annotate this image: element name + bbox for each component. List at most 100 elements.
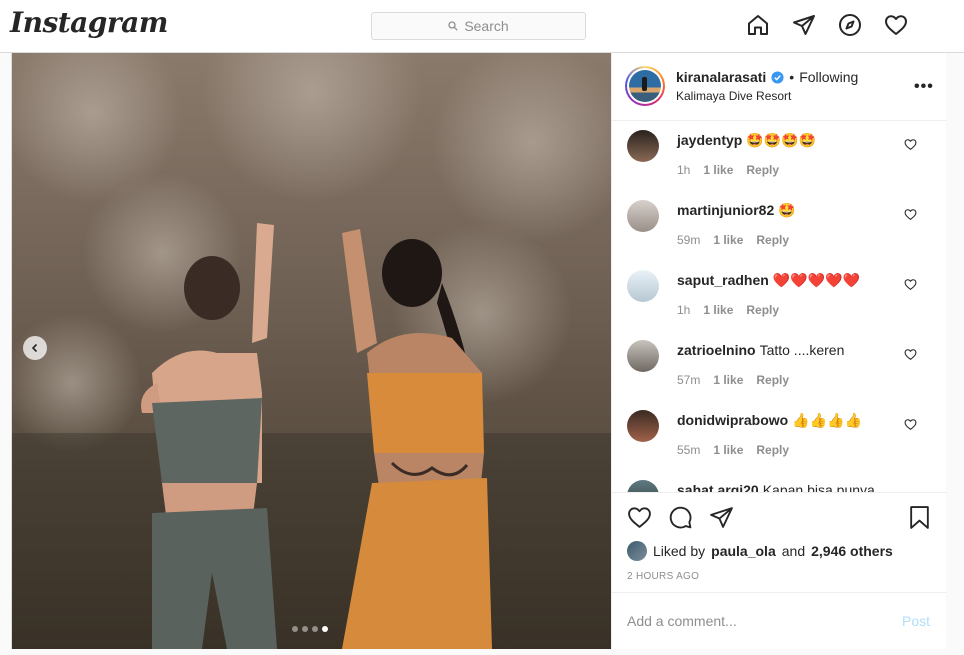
comment-time[interactable]: 57m (677, 373, 700, 387)
post-location[interactable]: Kalimaya Dive Resort (676, 89, 791, 103)
share-direct-icon[interactable] (709, 505, 734, 530)
commenter-username[interactable]: jaydentyp (677, 132, 742, 148)
reply-button[interactable]: Reply (746, 163, 779, 177)
comment-text: 🤩 (778, 202, 796, 218)
comment-item: martinjunior82 🤩 59m 1 like Reply (612, 192, 947, 262)
action-icons (627, 505, 734, 530)
comment-like-heart-icon[interactable] (904, 278, 917, 291)
commenter-username[interactable]: zatrioelnino (677, 342, 756, 358)
comment-item: jaydentyp 🤩🤩🤩🤩 1h 1 like Reply (612, 122, 947, 192)
home-icon[interactable] (746, 13, 770, 37)
like-heart-icon[interactable] (627, 505, 652, 530)
comment-text-line: martinjunior82 🤩 (677, 202, 796, 219)
reply-button[interactable]: Reply (746, 303, 779, 317)
comment-meta: 1h 1 like Reply (677, 303, 779, 317)
comment-text: 👍👍👍👍 (792, 412, 862, 428)
comment-likes[interactable]: 1 like (713, 233, 743, 247)
following-button[interactable]: Following (799, 69, 858, 85)
comment-time[interactable]: 1h (677, 303, 690, 317)
comment-text-line: zatrioelnino Tatto ....keren (677, 342, 844, 358)
commenter-avatar[interactable] (627, 200, 659, 232)
commenter-avatar[interactable] (627, 340, 659, 372)
comment-meta: 55m 1 like Reply (677, 443, 789, 457)
post-timestamp[interactable]: 2 HOURS AGO (627, 571, 699, 582)
comment-item: sahat.argi20 Kapan bisa punya (612, 472, 947, 492)
comment-item: saput_radhen ❤️❤️❤️❤️❤️ 1h 1 like Reply (612, 262, 947, 332)
comment-item: zatrioelnino Tatto ....keren 57m 1 like Rep… (612, 332, 947, 402)
commenter-avatar[interactable] (627, 130, 659, 162)
post-photo[interactable] (12, 53, 611, 649)
reply-button[interactable]: Reply (756, 443, 789, 457)
comment-text: Kapan bisa punya (762, 482, 875, 492)
author-line: kiranalarasati • Following (676, 69, 858, 85)
top-nav: Instagram Search (0, 0, 964, 53)
carousel-dot (302, 626, 308, 632)
comment-likes[interactable]: 1 like (703, 163, 733, 177)
carousel-prev-button[interactable] (23, 336, 47, 360)
comment-likes[interactable]: 1 like (713, 373, 743, 387)
comment-meta: 59m 1 like Reply (677, 233, 789, 247)
comments-list[interactable]: jaydentyp 🤩🤩🤩🤩 1h 1 like Reply martinjunior… (612, 122, 947, 492)
comment-like-heart-icon[interactable] (904, 348, 917, 361)
add-comment-bar: Add a comment... Post (612, 592, 947, 649)
liked-by-others[interactable]: 2,946 others (811, 543, 893, 559)
add-comment-input[interactable]: Add a comment... (627, 613, 737, 629)
post-comment-button[interactable]: Post (902, 613, 930, 629)
instagram-logo[interactable]: Instagram (10, 6, 168, 39)
comment-text-line: sahat.argi20 Kapan bisa punya (677, 482, 875, 492)
comment-time[interactable]: 1h (677, 163, 690, 177)
comment-time[interactable]: 55m (677, 443, 700, 457)
more-options-button[interactable]: ••• (914, 78, 934, 96)
search-input[interactable]: Search (371, 12, 586, 40)
search-placeholder: Search (464, 18, 509, 34)
comment-meta: 1h 1 like Reply (677, 163, 779, 177)
verified-badge-icon (771, 70, 784, 84)
commenter-avatar[interactable] (627, 410, 659, 442)
comment-text: 🤩🤩🤩🤩 (746, 132, 817, 148)
reply-button[interactable]: Reply (756, 233, 789, 247)
liker-avatar[interactable] (627, 541, 647, 561)
nav-icons (746, 13, 908, 37)
search-icon (448, 21, 458, 31)
carousel-indicator (292, 626, 328, 632)
comment-like-heart-icon[interactable] (904, 418, 917, 431)
post-modal: kiranalarasati • Following Kalimaya Dive… (11, 53, 947, 649)
commenter-username[interactable]: sahat.argi20 (677, 482, 759, 492)
liked-by-user[interactable]: paula_ola (711, 543, 776, 559)
post-sidebar: kiranalarasati • Following Kalimaya Dive… (611, 53, 947, 649)
activity-heart-icon[interactable] (884, 13, 908, 37)
carousel-dot-active (322, 626, 328, 632)
header-separator: • (789, 69, 795, 85)
comment-text: ❤️❤️❤️❤️❤️ (772, 272, 860, 288)
explore-icon[interactable] (838, 13, 862, 37)
post-actions: Liked by paula_ola and 2,946 others 2 HO… (612, 492, 947, 592)
photo-scene (12, 53, 611, 649)
chevron-left-icon (31, 343, 38, 353)
commenter-username[interactable]: donidwiprabowo (677, 412, 788, 428)
commenter-username[interactable]: saput_radhen (677, 272, 769, 288)
comment-text-line: donidwiprabowo 👍👍👍👍 (677, 412, 862, 429)
liked-by-and: and (781, 543, 806, 559)
bookmark-icon[interactable] (907, 505, 932, 530)
direct-icon[interactable] (792, 13, 816, 37)
commenter-avatar[interactable] (627, 270, 659, 302)
carousel-dot (312, 626, 318, 632)
commenter-username[interactable]: martinjunior82 (677, 202, 774, 218)
comment-item: donidwiprabowo 👍👍👍👍 55m 1 like Reply (612, 402, 947, 472)
comment-like-heart-icon[interactable] (904, 138, 917, 151)
author-username[interactable]: kiranalarasati (676, 69, 766, 85)
liked-by-prefix: Liked by (653, 543, 706, 559)
comment-like-heart-icon[interactable] (904, 208, 917, 221)
comment-text-line: saput_radhen ❤️❤️❤️❤️❤️ (677, 272, 860, 289)
commenter-avatar[interactable] (627, 480, 659, 492)
comment-bubble-icon[interactable] (668, 505, 693, 530)
author-avatar[interactable] (625, 66, 665, 106)
comment-text-line: jaydentyp 🤩🤩🤩🤩 (677, 132, 816, 149)
comment-likes[interactable]: 1 like (703, 303, 733, 317)
carousel-dot (292, 626, 298, 632)
comment-time[interactable]: 59m (677, 233, 700, 247)
comment-likes[interactable]: 1 like (713, 443, 743, 457)
post-header: kiranalarasati • Following Kalimaya Dive… (612, 53, 947, 121)
reply-button[interactable]: Reply (756, 373, 789, 387)
comment-meta: 57m 1 like Reply (677, 373, 789, 387)
